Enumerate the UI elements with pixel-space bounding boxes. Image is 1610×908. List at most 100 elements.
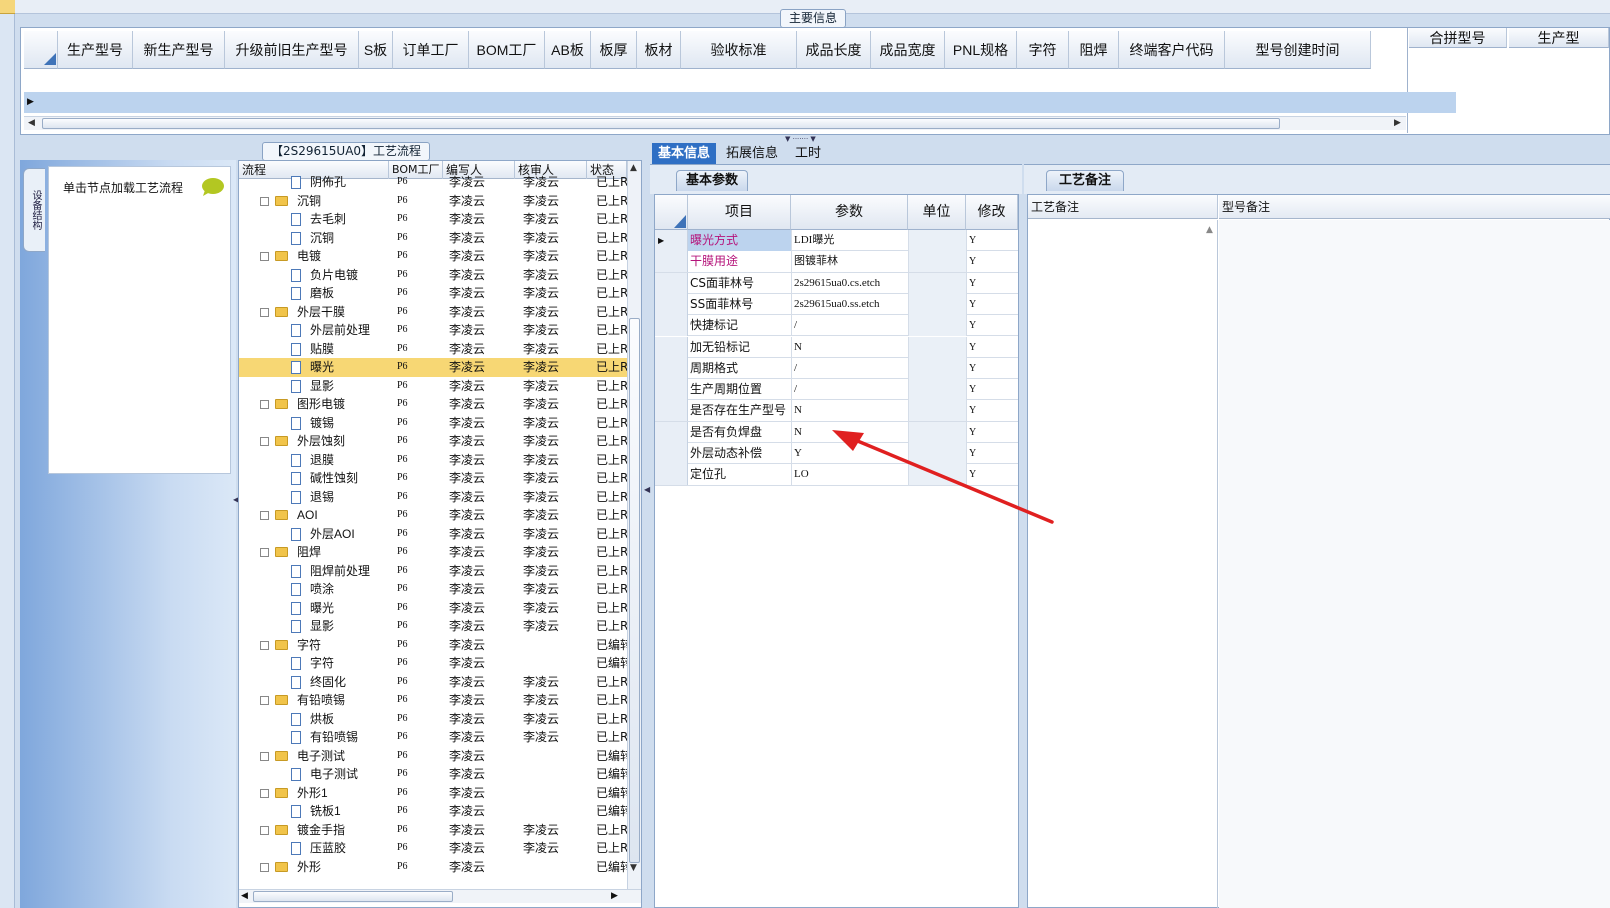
main-col-header[interactable]: 验收标准 — [681, 31, 797, 69]
merge-col-header[interactable]: 合拼型号 — [1409, 28, 1507, 48]
param-value[interactable]: 2s29615ua0.ss.etch — [791, 293, 908, 315]
param-row-header[interactable] — [655, 315, 688, 337]
param-col-header[interactable]: 单位 — [908, 195, 966, 230]
main-col-header[interactable]: 板材 — [637, 31, 681, 69]
tree-row[interactable]: − 外形1 P6 李凌云 已编转 — [239, 784, 627, 803]
param-row-header[interactable] — [655, 293, 688, 315]
tab-extended-info[interactable]: 拓展信息 — [720, 143, 784, 164]
main-col-header[interactable]: 成品宽度 — [871, 31, 945, 69]
tree-row[interactable]: − 有铅喷锡 P6 李凌云 李凌云 已上R — [239, 691, 627, 710]
model-notes-text[interactable] — [1219, 220, 1610, 908]
param-row-header[interactable] — [655, 379, 688, 401]
tree-row[interactable]: 贴膜 P6 李凌云 李凌云 已上R — [239, 340, 627, 359]
expand-icon[interactable]: − — [260, 696, 269, 705]
process-notes-text[interactable] — [1028, 220, 1218, 908]
param-modify[interactable]: Y — [966, 400, 1018, 422]
tree-row[interactable]: 退锡 P6 李凌云 李凌云 已上R — [239, 488, 627, 507]
param-row-header[interactable] — [655, 443, 688, 464]
param-col-header[interactable]: 修改 — [966, 195, 1018, 230]
param-modify[interactable]: Y — [966, 251, 1018, 273]
expand-icon[interactable]: − — [260, 751, 269, 761]
tree-row[interactable]: 曝光 P6 李凌云 李凌云 已上R — [239, 358, 627, 377]
tree-row[interactable]: 镀锡 P6 李凌云 李凌云 已上R — [239, 414, 627, 433]
tree-row[interactable]: − AOI P6 李凌云 李凌云 已上R — [239, 506, 627, 525]
param-row-header[interactable] — [655, 336, 688, 358]
expand-icon[interactable]: − — [260, 825, 269, 835]
tree-row[interactable]: 喷涂 P6 李凌云 李凌云 已上R — [239, 580, 627, 599]
expand-icon[interactable]: − — [260, 252, 269, 261]
tree-row[interactable]: 磨板 P6 李凌云 李凌云 已上R — [239, 284, 627, 303]
collapse-tree-icon[interactable]: ◀ — [644, 485, 650, 494]
param-row[interactable]: 是否存在生产型号 N Y — [655, 400, 1018, 422]
tree-scroll-thumb[interactable] — [629, 318, 640, 863]
merge-col-header[interactable]: 生产型 — [1509, 28, 1609, 48]
main-col-header[interactable]: 生产型号 — [58, 31, 133, 69]
tree-row[interactable]: 显影 P6 李凌云 李凌云 已上R — [239, 377, 627, 396]
tree-row[interactable]: 阻焊前处理 P6 李凌云 李凌云 已上R — [239, 562, 627, 581]
param-row[interactable]: SS面菲林号 2s29615ua0.ss.etch Y — [655, 293, 1018, 316]
param-row-header[interactable] — [655, 400, 688, 422]
param-value[interactable]: 2s29615ua0.cs.etch — [791, 272, 908, 294]
tree-row[interactable]: 退膜 P6 李凌云 李凌云 已上R — [239, 451, 627, 470]
main-col-header[interactable]: 新生产型号 — [133, 31, 225, 69]
param-unit[interactable] — [908, 230, 966, 251]
tree-row[interactable]: 烘板 P6 李凌云 李凌云 已上R — [239, 710, 627, 729]
expand-icon[interactable]: − — [260, 196, 269, 206]
scroll-left-icon[interactable]: ◀ — [28, 117, 35, 130]
tree-row[interactable]: 外层前处理 P6 李凌云 李凌云 已上R — [239, 321, 627, 340]
expand-icon[interactable]: − — [260, 548, 269, 557]
param-value[interactable]: / — [791, 357, 908, 379]
expand-icon[interactable]: − — [260, 788, 269, 798]
param-row[interactable]: CS面菲林号 2s29615ua0.cs.etch Y — [655, 272, 1018, 294]
param-unit[interactable] — [908, 357, 966, 379]
param-row[interactable]: ▶ 曝光方式 LDI曝光 Y — [655, 230, 1018, 252]
expand-icon[interactable]: − — [260, 640, 269, 650]
tree-row[interactable]: − 阻焊 P6 李凌云 李凌云 已上R — [239, 543, 627, 562]
main-col-header[interactable]: 升级前旧生产型号 — [225, 31, 359, 69]
scroll-down-icon[interactable]: ▼ — [630, 863, 637, 873]
param-modify[interactable]: Y — [966, 272, 1018, 294]
tab-work-hours[interactable]: 工时 — [789, 143, 827, 164]
tab-basic-params[interactable]: 基本参数 — [676, 170, 748, 191]
tree-row[interactable]: 负片电镀 P6 李凌云 李凌云 已上R — [239, 266, 627, 285]
param-value[interactable]: 图镀菲林 — [791, 251, 908, 273]
main-col-header[interactable]: 成品长度 — [797, 31, 871, 69]
tab-device-structure[interactable]: 设备结构 — [23, 168, 45, 252]
param-unit[interactable] — [908, 272, 966, 294]
param-unit[interactable] — [908, 336, 966, 358]
tree-row[interactable]: − 图形电镀 P6 李凌云 李凌云 已上R — [239, 395, 627, 414]
main-col-header[interactable]: 字符 — [1017, 31, 1069, 69]
main-col-header[interactable]: BOM工厂 — [469, 31, 545, 69]
param-unit[interactable] — [908, 293, 966, 315]
main-col-header[interactable]: S板 — [359, 31, 393, 69]
param-row-header[interactable] — [655, 421, 688, 443]
expand-icon[interactable]: − — [260, 400, 269, 409]
tree-row[interactable]: 电子测试P6李凌云已编转 — [239, 765, 627, 784]
tree-row[interactable]: 去毛刺 P6 李凌云 李凌云 已上R — [239, 210, 627, 229]
param-row[interactable]: 周期格式 / Y — [655, 357, 1018, 380]
tree-row[interactable]: 沉铜 P6 李凌云 李凌云 已上R — [239, 229, 627, 248]
tree-row[interactable]: − 电子测试 P6 李凌云 已编转 — [239, 747, 627, 766]
param-value[interactable]: N — [791, 400, 908, 422]
scroll-up-icon[interactable]: ▲ — [630, 163, 637, 173]
param-modify[interactable]: Y — [966, 230, 1018, 251]
tab-process-notes[interactable]: 工艺备注 — [1046, 170, 1124, 191]
tree-row[interactable]: − 外层蚀刻 P6 李凌云 李凌云 已上R — [239, 432, 627, 451]
scroll-right-icon[interactable]: ▶ — [1394, 117, 1401, 130]
param-row[interactable]: 快捷标记 / Y — [655, 315, 1018, 337]
param-row-header[interactable] — [655, 357, 688, 379]
main-col-header[interactable]: 板厚 — [591, 31, 637, 69]
notes-scroll-up-icon[interactable]: ▲ — [1206, 225, 1213, 235]
tree-scroll-left-icon[interactable]: ◀ — [241, 890, 248, 903]
param-modify[interactable]: Y — [966, 293, 1018, 315]
tree-row[interactable]: 显影 P6 李凌云 李凌云 已上R — [239, 617, 627, 636]
expand-icon[interactable]: − — [260, 437, 269, 446]
scroll-thumb[interactable] — [42, 118, 1280, 129]
param-col-header[interactable]: 参数 — [791, 195, 908, 230]
param-value[interactable]: LDI曝光 — [791, 230, 908, 251]
param-value[interactable]: N — [791, 336, 908, 358]
param-modify[interactable]: Y — [966, 336, 1018, 358]
param-row[interactable]: 加无铅标记 N Y — [655, 336, 1018, 358]
param-value[interactable]: / — [791, 379, 908, 401]
tree-row[interactable]: 字符P6李凌云已编转 — [239, 654, 627, 673]
